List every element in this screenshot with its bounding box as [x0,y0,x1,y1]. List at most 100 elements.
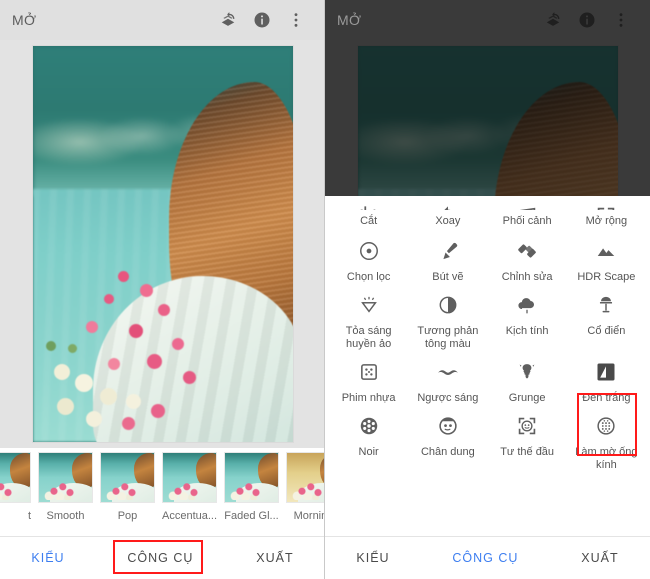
tool-rotate[interactable]: Xoay [408,196,487,230]
filter-thumbnail[interactable] [286,452,325,503]
filter-label: Faded Gl... [224,510,279,522]
tool-label: Cổ điển [587,325,626,337]
filter-thumbnail[interactable] [0,452,31,503]
tool-grunge[interactable]: Grunge [488,351,567,405]
filter-thumbnail[interactable] [162,452,217,503]
info-icon[interactable] [570,3,604,37]
tab-xuat[interactable]: XUẤT [246,545,303,571]
right-app-title: MỞ [337,12,362,28]
left-app-title: MỞ [12,12,37,28]
filter-preset-item[interactable]: Accentua... [162,452,217,522]
left-phone-panel: MỞ t Smooth Pop Accentua... Faded Gl... … [0,0,325,579]
film-reel-icon [358,411,380,441]
tool-label: Phim nhựa [341,392,396,404]
panel-divider [324,0,325,579]
filter-label: t [27,510,31,522]
tool-crop[interactable]: Cắt [329,196,408,230]
more-vert-icon[interactable] [604,3,638,37]
filter-preset-item[interactable]: Faded Gl... [224,452,279,522]
layers-undo-icon[interactable] [536,3,570,37]
tool-grainy-film[interactable]: Phim nhựa [329,351,408,405]
filter-preset-strip[interactable]: t Smooth Pop Accentua... Faded Gl... Mor… [0,448,325,536]
portrait-face-icon [437,411,459,441]
tab-kieu[interactable]: KIỂU [346,545,399,571]
tool-brush[interactable]: Bút vẽ [408,230,487,284]
tool-tonal-contrast[interactable]: Tương phản tông màu [408,284,487,351]
edited-photo-preview[interactable] [32,46,293,442]
tool-lens-blur[interactable]: Làm mờ ống kính [567,405,646,472]
info-icon[interactable] [245,3,279,37]
brush-icon [437,236,459,266]
tab-cong-cu[interactable]: CÔNG CỤ [442,545,528,571]
tool-perspective[interactable]: Phối cảnh [488,196,567,230]
tool-drama[interactable]: Kịch tính [488,284,567,351]
left-photo-area[interactable] [0,40,325,442]
tool-black-white[interactable]: Đen trắng [567,351,646,405]
filter-label: Accentua... [162,510,217,522]
tool-hdr-scape[interactable]: HDR Scape [567,230,646,284]
right-phone-panel: MỞ Cắt Xoay Phối cảnh Mở rộng Chọn lọc B… [325,0,650,579]
tools-row-4[interactable]: Phim nhựa Ngược sáng Grunge Đen trắng [325,351,650,405]
tool-label: Tỏa sáng huyền ảo [345,325,392,350]
tool-label: Chân dung [420,446,475,458]
filter-preset-item[interactable]: Pop [100,452,155,522]
tool-selective[interactable]: Chọn lọc [329,230,408,284]
filter-thumbnail[interactable] [38,452,93,503]
right-bottom-tabs[interactable]: KIỂU CÔNG CỤ XUẤT [325,536,650,579]
tool-label: Ngược sáng [417,392,479,404]
filter-label: Morning [293,510,325,522]
tool-vintage[interactable]: Cổ điển [567,284,646,351]
vintage-lamp-icon [595,290,617,320]
photo-flower-bouquet [43,268,223,434]
filter-thumbnail[interactable] [100,452,155,503]
filter-label: Pop [117,510,138,522]
tool-expand[interactable]: Mở rộng [567,196,646,230]
tool-label: Xoay [435,215,461,227]
tool-label: Phối cảnh [502,215,552,227]
tonal-contrast-icon [437,290,459,320]
left-bottom-tabs[interactable]: KIỂU CÔNG CỤ XUẤT [0,536,325,579]
lens-blur-icon [595,411,617,441]
black-white-icon [594,357,618,387]
tool-label: Tương phản tông màu [417,325,479,350]
tool-retrolux[interactable]: Ngược sáng [408,351,487,405]
tools-row-5[interactable]: Noir Chân dung Tư thế đầu Làm mờ ống kín… [325,405,650,472]
filter-preset-item[interactable]: Morning [286,452,325,522]
tool-label: Làm mờ ống kính [575,446,638,471]
tool-healing[interactable]: Chỉnh sửa [488,230,567,284]
grainy-film-icon [358,357,380,387]
tools-bottom-sheet[interactable]: Cắt Xoay Phối cảnh Mở rộng Chọn lọc Bút … [325,196,650,536]
tool-label: HDR Scape [577,271,636,283]
retrolux-icon [436,357,460,387]
layers-undo-icon[interactable] [211,3,245,37]
tab-kieu[interactable]: KIỂU [21,545,74,571]
tool-label: Đen trắng [582,392,631,404]
tool-label: Tư thế đầu [500,446,555,458]
tool-label: Bút vẽ [432,271,464,283]
filter-preset-track[interactable]: t Smooth Pop Accentua... Faded Gl... Mor… [0,448,325,536]
tab-xuat[interactable]: XUẤT [571,545,628,571]
perspective-icon [516,196,538,210]
rotate-icon [437,196,459,210]
tool-portrait[interactable]: Chân dung [408,405,487,472]
tool-label: Chỉnh sửa [501,271,553,283]
tool-label: Mở rộng [585,215,628,227]
tool-label: Kịch tính [505,325,549,337]
tools-row-3[interactable]: Tỏa sáng huyền ảo Tương phản tông màu Kị… [325,284,650,351]
glamour-glow-icon [358,290,380,320]
tools-row-clipped[interactable]: Cắt Xoay Phối cảnh Mở rộng [325,196,650,230]
expand-icon [595,196,617,210]
tool-glamour-glow[interactable]: Tỏa sáng huyền ảo [329,284,408,351]
tool-label: Chọn lọc [346,271,391,283]
tool-head-pose[interactable]: Tư thế đầu [488,405,567,472]
filter-thumbnail[interactable] [224,452,279,503]
tool-label: Cắt [360,215,378,227]
filter-preset-item[interactable]: t [0,452,31,522]
filter-preset-item[interactable]: Smooth [38,452,93,522]
tools-row-2[interactable]: Chọn lọc Bút vẽ Chỉnh sửa HDR Scape [325,230,650,284]
drama-cloud-icon [516,290,538,320]
tab-cong-cu[interactable]: CÔNG CỤ [117,545,203,571]
more-vert-icon[interactable] [279,3,313,37]
tool-noir[interactable]: Noir [329,405,408,472]
filter-label: Smooth [46,510,85,522]
